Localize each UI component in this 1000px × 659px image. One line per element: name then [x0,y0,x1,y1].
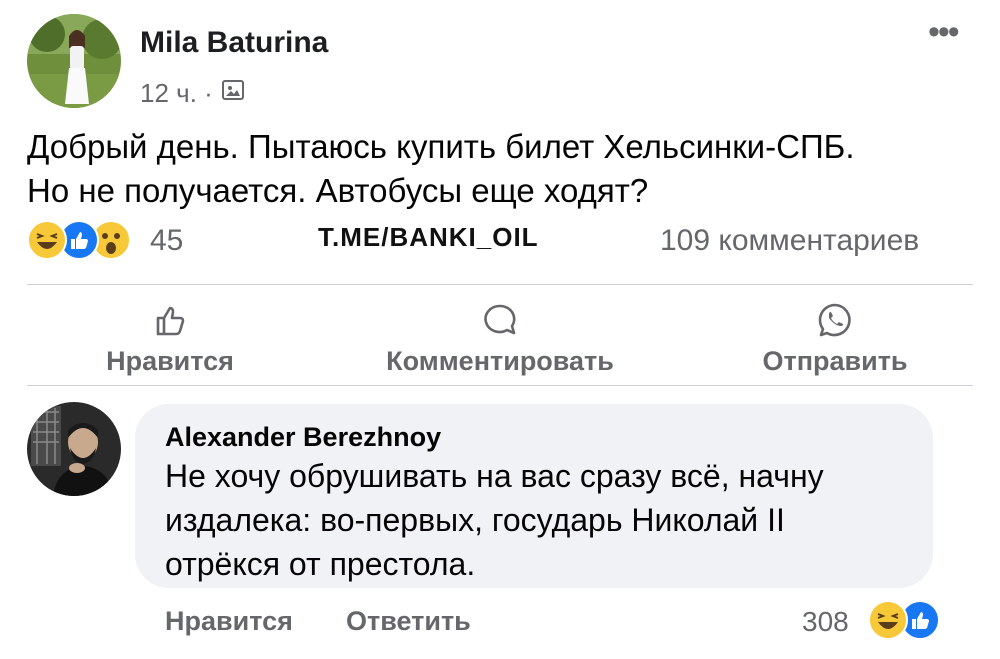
comment-text: Не хочу обрушивать на вас сразу всё, нач… [165,454,824,586]
post-author-name[interactable]: Mila Baturina [140,26,328,60]
post-reactions[interactable] [27,220,131,260]
comment-button-label: Комментировать [386,346,614,376]
commenter-avatar[interactable] [27,402,121,496]
thumbs-up-icon [156,306,185,336]
comment-reaction-count[interactable]: 308 [802,606,849,638]
send-button[interactable]: Отправить [735,300,935,377]
comment-author-name[interactable]: Alexander Berezhnoy [165,422,441,453]
post-time[interactable]: 12 ч. · [140,78,213,109]
divider [27,284,973,285]
comment-text-line: издалека: во-первых, государь Николай II [165,502,785,538]
comment-button[interactable]: Комментировать [350,300,650,377]
haha-emoji-icon [868,600,908,640]
watermark-text: T.ME/BANKI_OIL [318,222,539,252]
comment-count[interactable]: 109 комментариев [660,224,919,258]
comment-text-line: Не хочу обрушивать на вас сразу всё, нач… [165,458,824,494]
comment-bubble-icon [484,304,516,335]
send-button-label: Отправить [762,346,908,376]
like-button-label: Нравится [106,346,234,376]
reaction-count[interactable]: 45 [150,224,183,258]
post-body-line: Но не получается. Автобусы еще ходят? [27,172,649,209]
like-button[interactable]: Нравится [85,300,255,377]
whatsapp-icon [818,303,851,337]
more-options-icon[interactable]: ••• [928,15,960,49]
post-body-line: Добрый день. Пытаюсь купить билет Хельси… [27,128,855,165]
author-avatar[interactable] [27,14,121,108]
divider [27,385,973,386]
post-meta: 12 ч. · [140,78,245,109]
comment-text-line: отрёкся от престола. [165,546,476,582]
photo-audience-icon [221,78,245,109]
comment-like-link[interactable]: Нравится [165,606,293,637]
comment-reactions[interactable] [868,600,940,640]
post-body: Добрый день. Пытаюсь купить билет Хельси… [27,125,977,213]
haha-emoji-icon [27,220,67,260]
comment-reply-link[interactable]: Ответить [346,606,471,637]
